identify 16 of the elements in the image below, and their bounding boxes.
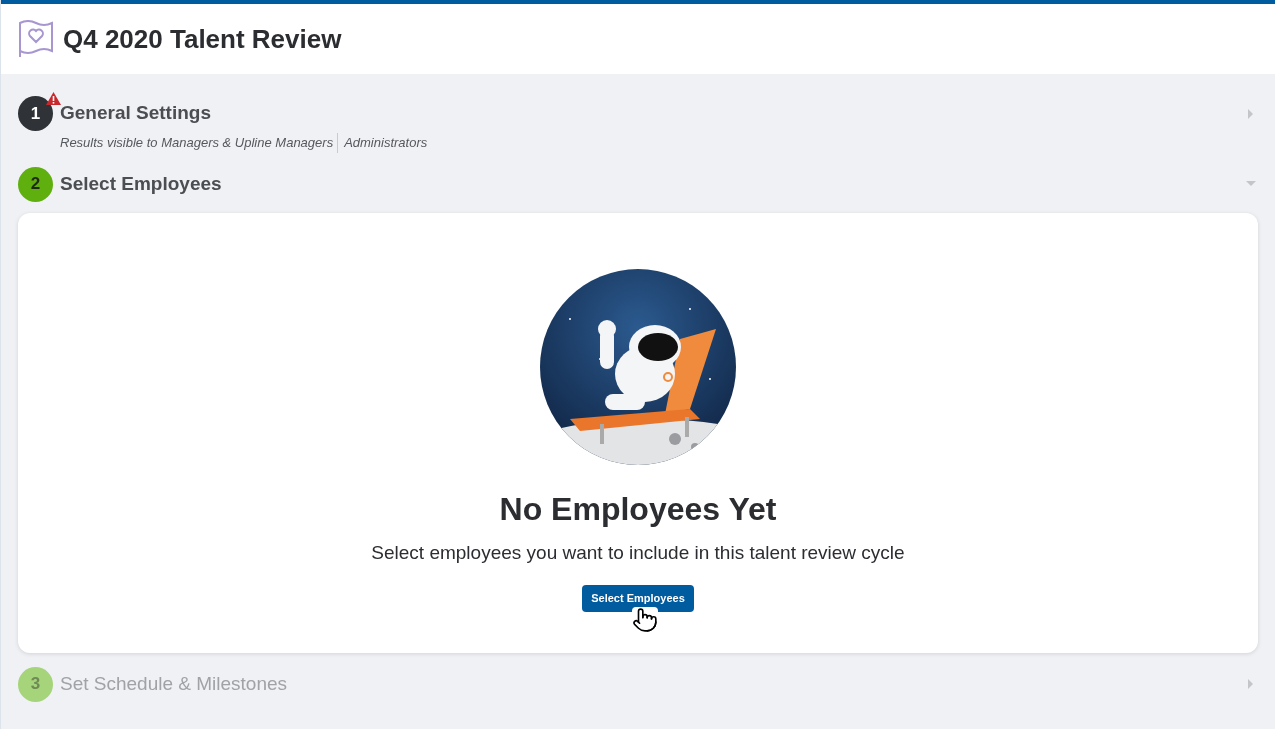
flag-heart-icon: [18, 20, 54, 58]
caret-down-icon[interactable]: [1246, 179, 1256, 189]
step-number: 1: [18, 96, 53, 131]
step-number: 3: [18, 666, 53, 702]
empty-state-heading: No Employees Yet: [499, 489, 777, 529]
step-number: 2: [18, 166, 53, 202]
empty-state-message: Select employees you want to include in this talent review cycle: [371, 540, 905, 565]
step-title[interactable]: Select Employees: [60, 169, 1239, 199]
caret-right-icon[interactable]: [1246, 108, 1256, 119]
visibility-detail: Results visible to Managers & Upline Managers: [60, 134, 334, 152]
page-title: Q4 2020 Talent Review: [63, 22, 342, 56]
hand-cursor-icon: [632, 607, 659, 633]
step-title[interactable]: General Settings: [60, 99, 1239, 128]
caret-right-icon[interactable]: [1246, 679, 1256, 689]
visibility-detail: Administrators: [337, 133, 428, 153]
select-employees-button[interactable]: Select Employees: [582, 585, 694, 612]
